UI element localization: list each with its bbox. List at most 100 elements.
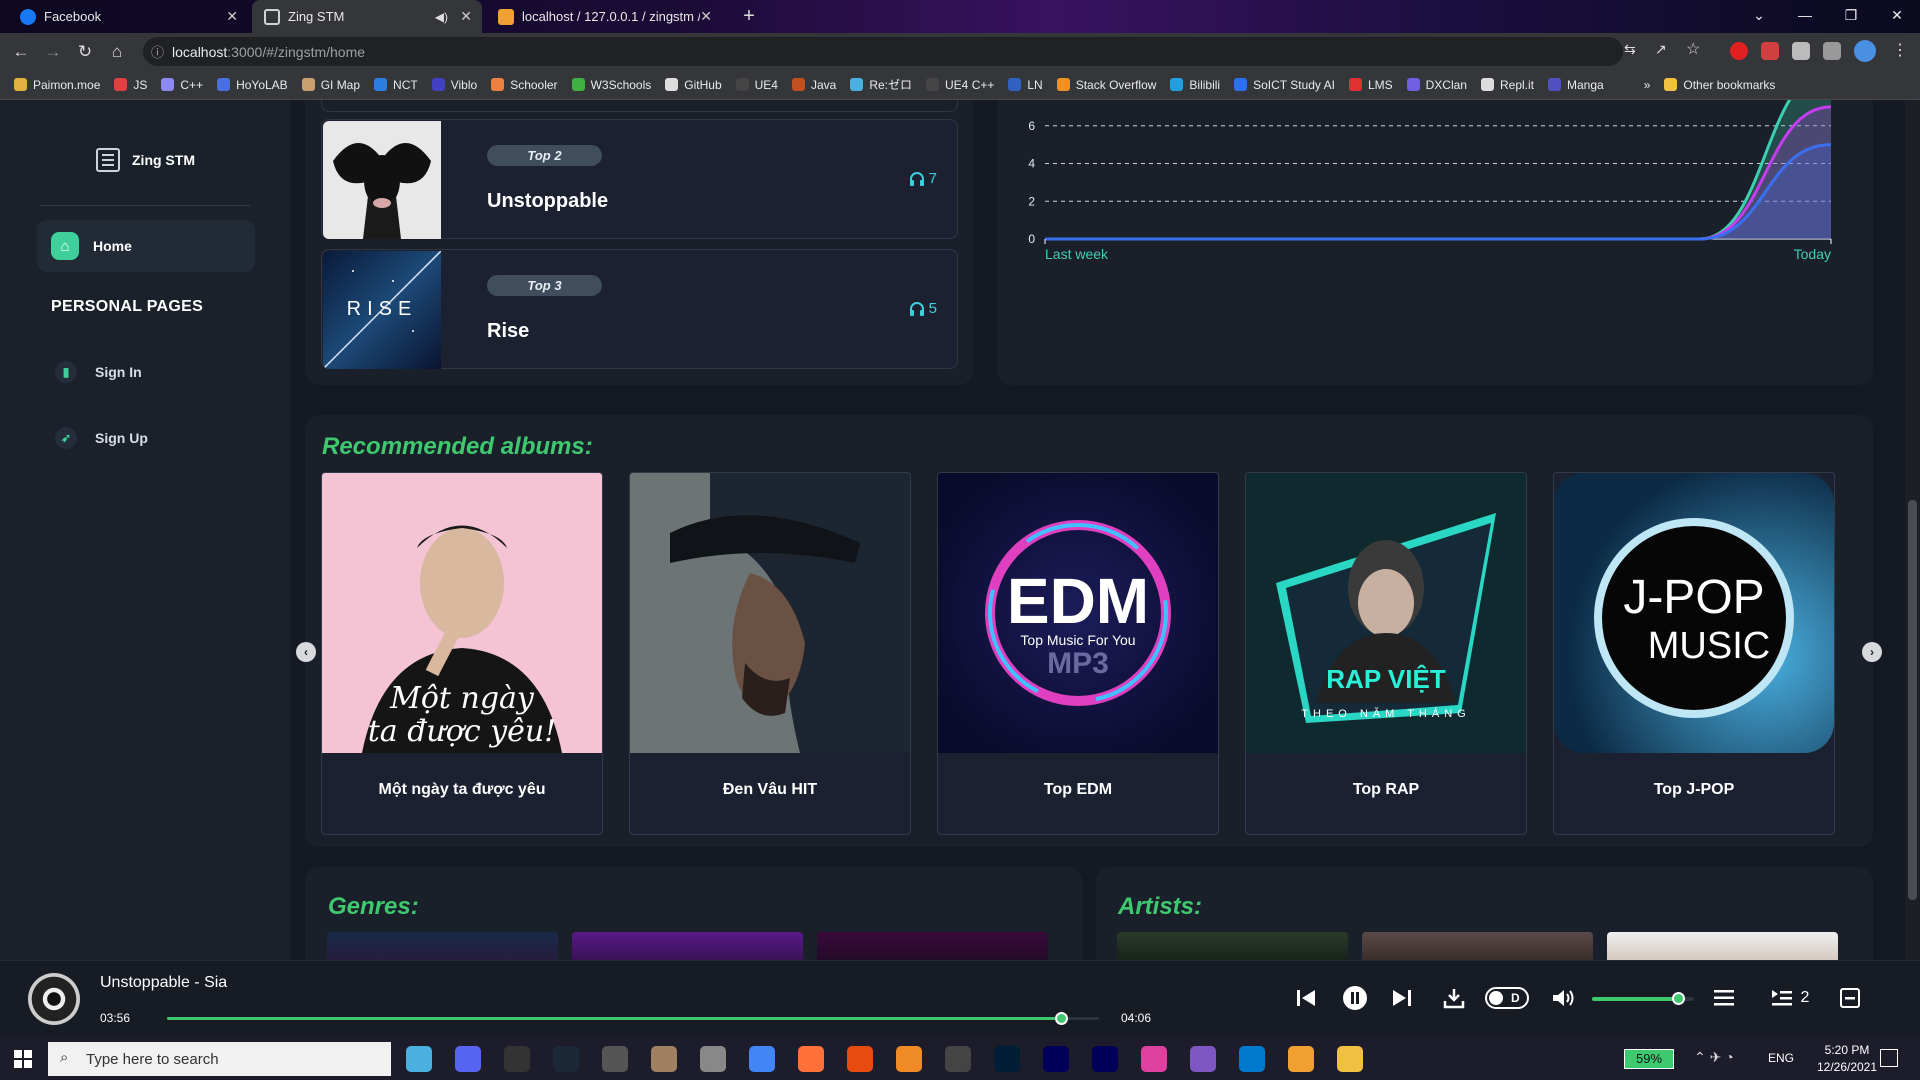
more-bookmarks-icon[interactable]: » bbox=[1644, 78, 1651, 92]
taskbar-app-icon[interactable] bbox=[504, 1046, 530, 1072]
profile-avatar[interactable] bbox=[1854, 40, 1876, 62]
taskbar-search[interactable]: ⌕ Type here to search bbox=[48, 1042, 391, 1076]
bookmark-item[interactable]: Viblo bbox=[431, 78, 477, 92]
taskbar-app-icon[interactable] bbox=[553, 1046, 579, 1072]
bookmark-item[interactable]: Stack Overflow bbox=[1056, 78, 1156, 92]
battery-indicator[interactable]: 59% bbox=[1624, 1049, 1674, 1069]
pause-button[interactable] bbox=[1340, 983, 1370, 1013]
close-window-button[interactable]: ✕ bbox=[1874, 0, 1920, 33]
taskbar-app-icon[interactable] bbox=[406, 1046, 432, 1072]
queue-button[interactable]: 2 bbox=[1764, 983, 1816, 1013]
extension-icon[interactable] bbox=[1730, 42, 1748, 60]
taskbar-app-icon[interactable] bbox=[1337, 1046, 1363, 1072]
minimize-player-button[interactable] bbox=[1836, 983, 1864, 1013]
restore-button[interactable]: ❐ bbox=[1828, 0, 1874, 33]
bookmark-item[interactable]: GitHub bbox=[665, 78, 722, 92]
bookmark-item[interactable]: Re:ゼロ bbox=[850, 76, 912, 93]
bookmark-item[interactable]: JS bbox=[114, 78, 147, 92]
bookmark-item[interactable]: HoYoLAB bbox=[217, 78, 288, 92]
tab-zing-stm[interactable]: Zing STM ◀) ✕ bbox=[252, 0, 482, 33]
close-icon[interactable]: ✕ bbox=[700, 8, 712, 25]
bookmark-item[interactable]: UE4 C++ bbox=[926, 78, 994, 92]
speaker-icon[interactable]: ◀) bbox=[435, 10, 448, 24]
star-icon[interactable]: ☆ bbox=[1686, 39, 1700, 59]
home-icon[interactable]: ⌂ bbox=[104, 39, 130, 65]
share-icon[interactable]: ↗ bbox=[1655, 41, 1667, 58]
back-icon[interactable]: ← bbox=[8, 39, 34, 65]
close-icon[interactable]: ✕ bbox=[460, 8, 472, 25]
address-bar[interactable]: ⓘ localhost:3000/#/zingstm/home bbox=[143, 37, 1623, 66]
sidebar-item-home[interactable]: ⌂ Home bbox=[37, 220, 255, 272]
track-card[interactable]: Top 2 Unstoppable 7 bbox=[321, 119, 958, 239]
language-indicator[interactable]: ENG bbox=[1768, 1051, 1794, 1065]
reload-icon[interactable]: ↻ bbox=[72, 39, 98, 65]
taskbar-app-icon[interactable] bbox=[847, 1046, 873, 1072]
repeat-toggle[interactable]: D bbox=[1484, 983, 1530, 1013]
scrollbar-thumb[interactable] bbox=[1908, 500, 1917, 900]
puzzle-icon[interactable] bbox=[1792, 42, 1810, 60]
minimize-button[interactable]: — bbox=[1782, 0, 1828, 33]
taskbar-app-icon[interactable] bbox=[1190, 1046, 1216, 1072]
next-button[interactable] bbox=[1388, 983, 1416, 1013]
volume-handle[interactable] bbox=[1671, 992, 1685, 1005]
previous-button[interactable] bbox=[1292, 983, 1320, 1013]
taskbar-app-icon[interactable] bbox=[896, 1046, 922, 1072]
bookmark-item[interactable]: Java bbox=[791, 78, 836, 92]
bookmark-item[interactable]: Bilibili bbox=[1170, 78, 1220, 92]
genre-card[interactable] bbox=[327, 932, 558, 960]
taskbar-app-icon[interactable] bbox=[994, 1046, 1020, 1072]
artist-card[interactable] bbox=[1607, 932, 1838, 960]
progress-bar[interactable] bbox=[167, 1012, 1099, 1025]
tab-search-icon[interactable]: ⌄ bbox=[1736, 0, 1782, 33]
artist-card[interactable] bbox=[1362, 932, 1593, 960]
album-card[interactable]: RAP VIỆT THEO NĂM THÁNG Top RAP bbox=[1245, 472, 1527, 835]
new-tab-button[interactable]: + bbox=[738, 6, 760, 28]
tray-icons[interactable]: ⌃ ✈ ◔ bbox=[1694, 1049, 1734, 1066]
genre-card[interactable] bbox=[817, 932, 1048, 960]
clock[interactable]: 5:20 PM 12/26/2021 bbox=[1808, 1042, 1886, 1076]
album-card[interactable]: Đen Vâu HIT bbox=[629, 472, 911, 835]
page-scrollbar[interactable] bbox=[1905, 100, 1920, 960]
taskbar-app-icon[interactable] bbox=[455, 1046, 481, 1072]
bookmark-item[interactable]: Repl.it bbox=[1480, 78, 1534, 92]
progress-handle[interactable] bbox=[1054, 1012, 1068, 1025]
taskbar-app-icon[interactable] bbox=[749, 1046, 775, 1072]
bookmark-item[interactable]: LMS bbox=[1348, 78, 1393, 92]
genre-card[interactable] bbox=[572, 932, 803, 960]
taskbar-app-icon[interactable] bbox=[1043, 1046, 1069, 1072]
taskbar-app-icon[interactable] bbox=[1288, 1046, 1314, 1072]
extension-icon[interactable] bbox=[1761, 42, 1779, 60]
album-card[interactable]: Một ngày ta được yêu! Một ngày ta được y… bbox=[321, 472, 603, 835]
album-card[interactable]: EDM Top Music For You MP3 Top EDM bbox=[937, 472, 1219, 835]
taskbar-app-icon[interactable] bbox=[1141, 1046, 1167, 1072]
taskbar-app-icon[interactable] bbox=[700, 1046, 726, 1072]
other-bookmarks[interactable]: Other bookmarks bbox=[1664, 78, 1775, 92]
notifications-icon[interactable] bbox=[1880, 1049, 1898, 1067]
bookmark-item[interactable]: Paimon.moe bbox=[14, 78, 100, 92]
playlist-button[interactable] bbox=[1710, 983, 1738, 1013]
taskbar-app-icon[interactable] bbox=[798, 1046, 824, 1072]
menu-icon[interactable]: ⋮ bbox=[1892, 40, 1908, 60]
tab-facebook[interactable]: Facebook ✕ bbox=[8, 0, 248, 33]
sidebar-item-sign-in[interactable]: ▮ Sign In bbox=[55, 361, 142, 383]
taskbar-app-icon[interactable] bbox=[651, 1046, 677, 1072]
bookmark-item[interactable]: Schooler bbox=[491, 78, 558, 92]
download-button[interactable] bbox=[1440, 983, 1468, 1013]
taskbar-app-icon[interactable] bbox=[945, 1046, 971, 1072]
track-card[interactable]: RISE Top 3 Rise 5 bbox=[321, 249, 958, 369]
bookmark-item[interactable]: W3Schools bbox=[571, 78, 651, 92]
volume-slider[interactable] bbox=[1592, 992, 1694, 1005]
taskbar-app-icon[interactable] bbox=[602, 1046, 628, 1072]
bookmark-item[interactable]: SoICT Study AI bbox=[1234, 78, 1335, 92]
bookmark-item[interactable]: NCT bbox=[374, 78, 418, 92]
bookmark-item[interactable]: C++ bbox=[161, 78, 203, 92]
volume-button[interactable] bbox=[1550, 983, 1578, 1013]
artist-card[interactable] bbox=[1117, 932, 1348, 960]
forward-icon[interactable]: → bbox=[40, 39, 66, 65]
tab-phpmyadmin[interactable]: localhost / 127.0.0.1 / zingstm / ✕ bbox=[486, 0, 722, 33]
bookmark-item[interactable]: Manga bbox=[1548, 78, 1604, 92]
reading-list-icon[interactable] bbox=[1823, 42, 1841, 60]
prev-arrow-icon[interactable]: ‹ bbox=[296, 642, 316, 662]
next-arrow-icon[interactable]: › bbox=[1862, 642, 1882, 662]
taskbar-app-icon[interactable] bbox=[1092, 1046, 1118, 1072]
